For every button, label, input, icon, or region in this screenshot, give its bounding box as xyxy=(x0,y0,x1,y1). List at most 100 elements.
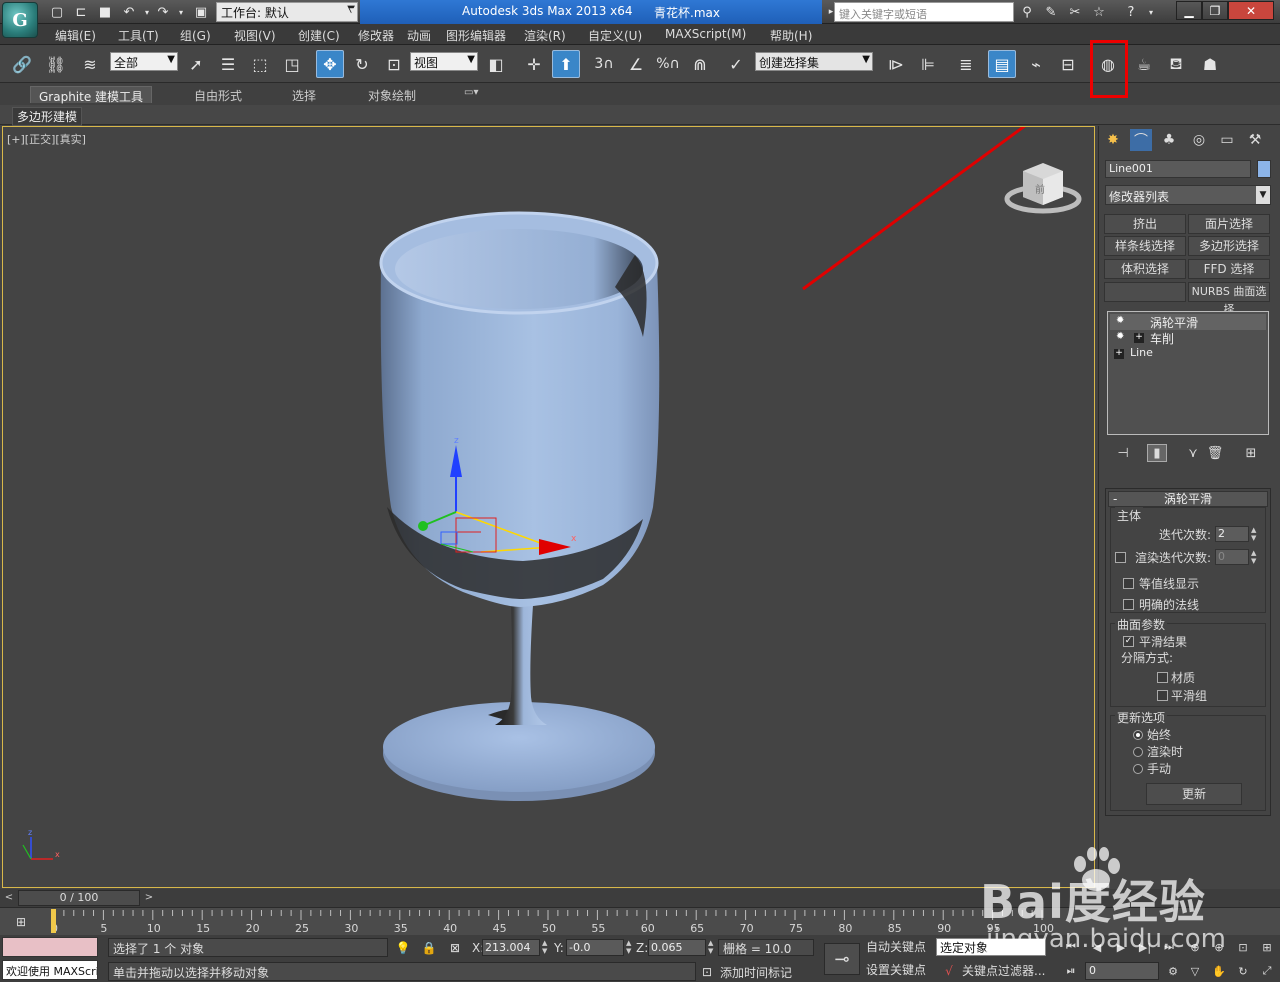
mirror-icon[interactable]: ⧐ xyxy=(882,50,910,78)
update-always-radio[interactable] xyxy=(1133,730,1143,740)
update-button[interactable]: 更新 xyxy=(1146,783,1242,805)
edit-named-selection-icon[interactable]: ✓ xyxy=(722,50,750,78)
remove-modifier-icon[interactable]: 🗑 xyxy=(1205,444,1225,462)
go-to-start-icon[interactable]: ⏮ xyxy=(1062,938,1080,956)
menu-group[interactable]: 组(G) xyxy=(180,27,211,44)
auto-key-button[interactable]: 自动关键点 xyxy=(866,938,932,958)
zoom-extents-icon[interactable]: ⊡ xyxy=(1234,938,1252,956)
rectangular-selection-icon[interactable]: ⬚ xyxy=(246,50,274,78)
stack-item-lathe[interactable]: ✹ + 车削 xyxy=(1110,330,1266,346)
go-to-end-icon[interactable]: ⏭ xyxy=(1160,938,1178,956)
subscription-icon[interactable]: ✎ xyxy=(1042,3,1060,21)
project-folder-icon[interactable]: ▣ xyxy=(192,3,210,21)
time-slider[interactable]: < 0 / 100 > xyxy=(0,889,1280,907)
mod-button-poly-select[interactable]: 多边形选择 xyxy=(1188,236,1270,256)
layer-manager-icon[interactable]: ≣ xyxy=(952,50,980,78)
update-manually-radio[interactable] xyxy=(1133,764,1143,774)
angle-snap-icon[interactable]: ∠ xyxy=(622,50,650,78)
render-iterations-spinner[interactable]: 0 xyxy=(1215,549,1249,565)
selection-filter-select[interactable]: 全部 ▼ xyxy=(110,52,178,71)
binoculars-icon[interactable]: ⚲ xyxy=(1018,3,1036,21)
object-name-field[interactable]: Line001 xyxy=(1105,160,1251,178)
restore-button[interactable]: ❐ xyxy=(1202,1,1228,20)
select-and-scale-icon[interactable]: ⊡ xyxy=(380,50,408,78)
mini-curve-editor-icon[interactable]: ⊞ xyxy=(12,913,30,931)
pin-stack-icon[interactable]: ⊣ xyxy=(1113,444,1133,462)
menu-tools[interactable]: 工具(T) xyxy=(118,27,159,44)
key-filters-curve-icon[interactable]: √ xyxy=(940,962,958,980)
open-file-icon[interactable]: ⊏ xyxy=(72,3,90,21)
select-and-move-icon[interactable]: ✥ xyxy=(316,50,344,78)
previous-frame-icon[interactable]: ◀ xyxy=(1088,938,1106,956)
workspace-select[interactable]: 工作台: 默认 ▼ xyxy=(216,2,358,22)
zoom-extents-all-icon[interactable]: ⊞ xyxy=(1258,938,1276,956)
spinner-arrows-icon[interactable]: ▲ ▼ xyxy=(1251,549,1259,565)
rendered-frame-window-icon[interactable]: ⛾ xyxy=(1162,50,1190,78)
hierarchy-tab-icon[interactable]: ♣ xyxy=(1158,129,1180,151)
mod-button-ffd-select[interactable]: FFD 选择 xyxy=(1188,259,1270,279)
zoom-all-icon[interactable]: ⊕ xyxy=(1210,938,1228,956)
tab-freeform[interactable]: 自由形式 xyxy=(186,86,250,103)
select-and-manipulate-icon[interactable]: ✛ xyxy=(520,50,548,78)
render-production-icon[interactable]: ☗ xyxy=(1196,50,1224,78)
maximize-viewport-icon[interactable]: ⤢ xyxy=(1258,962,1276,980)
curve-editor-icon[interactable]: ⌁ xyxy=(1022,50,1050,78)
isolate-selection-icon[interactable]: 💡 xyxy=(394,939,412,957)
spinner-arrows-icon[interactable]: ▲ ▼ xyxy=(1251,526,1259,542)
z-coord-field[interactable]: 0.065 xyxy=(648,939,706,956)
perspective-viewport[interactable]: z x 前 z x [+][正交][真实] xyxy=(2,126,1095,888)
make-unique-icon[interactable]: ⋎ xyxy=(1183,444,1203,462)
configure-modifier-sets-icon[interactable]: ⊞ xyxy=(1241,444,1261,462)
mod-button-extrude[interactable]: 挤出 xyxy=(1104,214,1186,234)
set-key-button[interactable]: 设置关键点 xyxy=(866,961,932,981)
percent-snap-icon[interactable]: % ∩ xyxy=(654,50,682,78)
help-dropdown-icon[interactable]: ▾ xyxy=(1142,3,1160,21)
schematic-view-icon[interactable]: ⊟ xyxy=(1054,50,1082,78)
viewport-label[interactable]: [+][正交][真实] xyxy=(7,131,86,147)
app-logo-button[interactable]: G xyxy=(2,2,38,38)
materials-checkbox[interactable] xyxy=(1157,672,1168,683)
pan-view-icon[interactable]: ✋ xyxy=(1210,962,1228,980)
close-button[interactable]: ✕ xyxy=(1228,1,1274,20)
key-mode-toggle-icon[interactable]: ⏯ xyxy=(1062,962,1080,980)
motion-tab-icon[interactable]: ◎ xyxy=(1188,129,1210,151)
y-coord-field[interactable]: -0.0 xyxy=(566,939,624,956)
zoom-icon[interactable]: ⊕ xyxy=(1186,938,1204,956)
select-and-link-icon[interactable]: 🔗 xyxy=(8,50,36,78)
track-bar[interactable]: 0510152025303540455055606570758085909510… xyxy=(0,907,1280,935)
spinner-snap-icon[interactable]: ⋒ xyxy=(686,50,714,78)
tab-selection[interactable]: 选择 xyxy=(284,86,324,103)
expand-plus-icon[interactable]: + xyxy=(1114,349,1124,359)
mod-button-empty[interactable] xyxy=(1104,282,1186,302)
absolute-transform-icon[interactable]: ⊠ xyxy=(446,939,464,957)
mod-button-patch-select[interactable]: 面片选择 xyxy=(1188,214,1270,234)
next-frame-icon[interactable]: ▶| xyxy=(1136,938,1154,956)
menu-maxscript[interactable]: MAXScript(M) xyxy=(665,27,746,41)
snaps-toggle-icon[interactable]: 3 ∩ xyxy=(590,50,618,78)
maxscript-listener-output[interactable] xyxy=(2,937,98,957)
menu-views[interactable]: 视图(V) xyxy=(234,27,276,44)
maxscript-listener-input[interactable]: 欢迎使用 MAXScri xyxy=(2,960,98,980)
window-crossing-icon[interactable]: ◳ xyxy=(278,50,306,78)
collapse-minus-icon[interactable]: - xyxy=(1113,492,1117,506)
set-key-icon[interactable]: ⊸ xyxy=(824,943,860,975)
orbit-icon[interactable]: ↻ xyxy=(1234,962,1252,980)
stack-item-line[interactable]: + Line xyxy=(1110,346,1266,362)
play-icon[interactable]: ▶ xyxy=(1112,938,1130,956)
display-tab-icon[interactable]: ▭ xyxy=(1216,129,1238,151)
iterations-spinner[interactable]: 2 xyxy=(1215,526,1249,542)
create-tab-icon[interactable]: ✸ xyxy=(1102,129,1124,151)
chevron-right-icon[interactable]: > xyxy=(142,890,156,906)
utilities-tab-icon[interactable]: ⚒ xyxy=(1244,129,1266,151)
object-color-swatch[interactable] xyxy=(1257,160,1271,178)
graphite-ribbon-icon[interactable]: ▤ xyxy=(988,50,1016,78)
align-icon[interactable]: ⊫ xyxy=(914,50,942,78)
update-when-rendering-radio[interactable] xyxy=(1133,747,1143,757)
search-input[interactable]: 键入关键字或短语 xyxy=(834,2,1014,22)
mod-button-nurbs-surface-select[interactable]: NURBS 曲面选择 xyxy=(1188,282,1270,316)
select-by-name-icon[interactable]: ☰ xyxy=(214,50,242,78)
key-mode-select[interactable]: 选定对象 xyxy=(936,938,1046,956)
spinner-arrows-icon[interactable]: ▲ ▼ xyxy=(708,939,716,956)
keyboard-shortcut-override-icon[interactable]: ⬆ xyxy=(552,50,580,78)
redo-dropdown-icon[interactable]: ▾ xyxy=(172,3,190,21)
